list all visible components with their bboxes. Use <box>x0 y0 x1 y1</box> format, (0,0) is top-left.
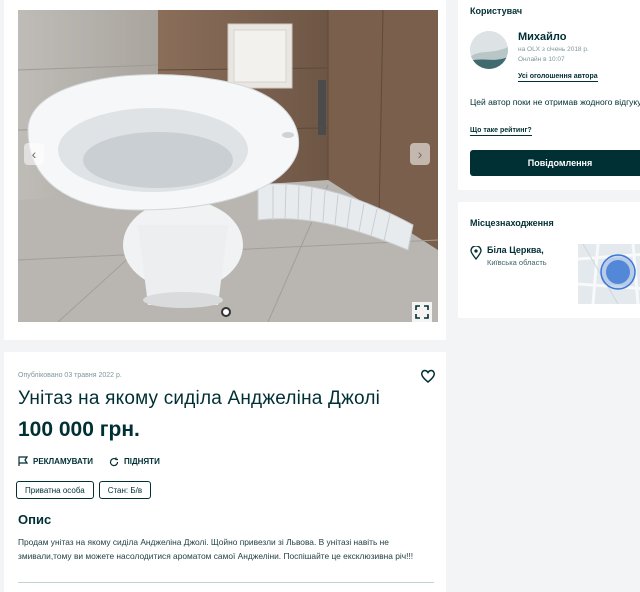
user-section-title: Користувач <box>470 6 523 16</box>
listing-price: 100 000 грн. <box>18 418 140 441</box>
listing-title: Унітаз на якому сиділа Анджеліна Джолі <box>18 388 381 409</box>
avatar[interactable] <box>470 31 508 69</box>
location-pin-icon <box>470 246 482 260</box>
promote-button[interactable]: РЕКЛАМУВАТИ <box>18 456 93 467</box>
heart-icon[interactable] <box>420 368 436 384</box>
gallery-indicator-dot[interactable] <box>221 307 231 317</box>
photo-gallery-card: ‹ › <box>4 0 446 340</box>
online-status: Онлайн в 10:07 <box>518 56 565 63</box>
location-section-title: Місцезнаходження <box>470 218 554 228</box>
refresh-icon <box>109 457 119 466</box>
description-heading: Опис <box>18 512 52 527</box>
chevron-right-icon: › <box>417 146 423 162</box>
fullscreen-button[interactable] <box>412 302 432 322</box>
posted-date: Опубліковано 03 травня 2022 р. <box>18 372 122 379</box>
default-avatar-icon <box>470 31 508 69</box>
listing-actions: РЕКЛАМУВАТИ ПІДНЯТИ <box>18 456 160 467</box>
description-text: Продам унітаз на якому сиділа Анджеліна … <box>18 537 414 561</box>
promote-label: РЕКЛАМУВАТИ <box>33 457 93 466</box>
gallery-next-button[interactable]: › <box>410 143 430 165</box>
toilet-photo-illustration <box>18 10 438 322</box>
divider <box>18 582 434 583</box>
location-map[interactable] <box>578 244 640 304</box>
map-thumbnail <box>578 244 640 304</box>
location-city: Біла Церква, <box>487 245 544 255</box>
location-card: Місцезнаходження Біла Церква, Київська о… <box>458 202 640 318</box>
member-since: на OLX з січень 2018 р. <box>518 46 589 53</box>
no-rating-text: Цей автор поки не отримав жодного відгук… <box>470 97 640 107</box>
listing-details-card: Опубліковано 03 травня 2022 р. Унітаз на… <box>4 352 446 592</box>
location-region: Київська область <box>487 258 547 267</box>
chevron-left-icon: ‹ <box>31 146 37 162</box>
listing-tags: Приватна особа Стан: Б/в <box>16 481 152 499</box>
all-ads-link[interactable]: Усі оголошення автора <box>518 73 598 82</box>
rating-info-link[interactable]: Що таке рейтинг? <box>470 127 532 136</box>
raise-button[interactable]: ПІДНЯТИ <box>109 456 160 467</box>
listing-photo[interactable] <box>18 10 438 322</box>
tag-condition: Стан: Б/в <box>98 481 152 499</box>
user-card: Користувач Михайло на OLX з січень 2018 … <box>458 0 640 190</box>
user-name[interactable]: Михайло <box>518 31 567 43</box>
message-button[interactable]: Повідомлення <box>470 150 640 176</box>
tag-seller-type: Приватна особа <box>16 481 94 499</box>
raise-label: ПІДНЯТИ <box>123 457 160 466</box>
expand-icon <box>415 305 429 319</box>
flag-icon <box>18 456 28 466</box>
gallery-prev-button[interactable]: ‹ <box>24 143 44 165</box>
